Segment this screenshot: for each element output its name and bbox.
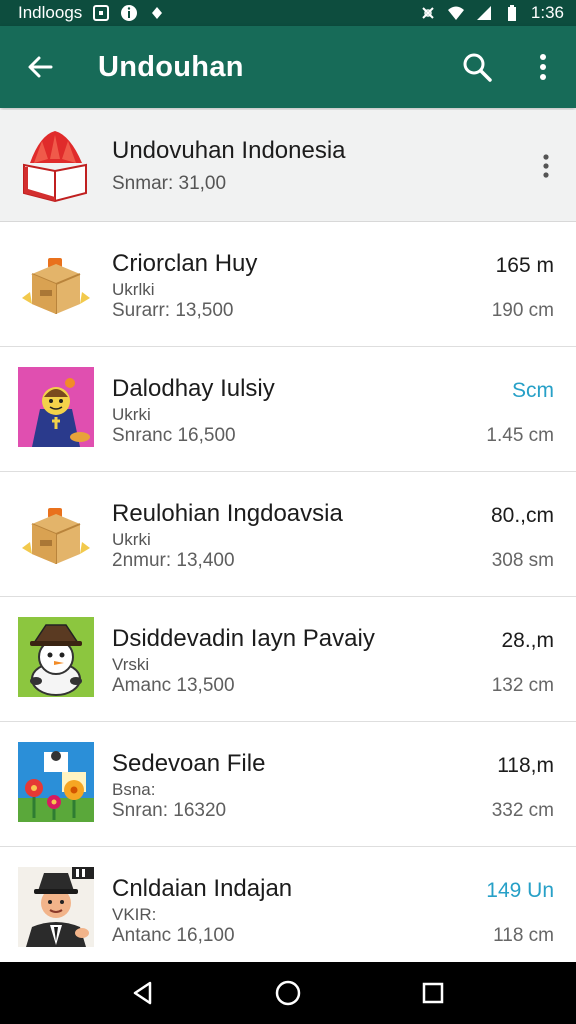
item-sub-size: 308 sm (491, 550, 554, 571)
location-icon (148, 4, 166, 22)
back-button[interactable] (0, 26, 80, 108)
item-name: Criorclan Huy (112, 250, 258, 277)
back-arrow-icon (28, 56, 53, 78)
item-size: Scm (512, 379, 554, 402)
snowman-hat-icon (18, 617, 94, 697)
item-sub-size: 190 cm (491, 300, 554, 321)
item-size: 80.,cm (490, 504, 554, 527)
item-name: Cnldaian Indajan (112, 875, 293, 902)
item-tag: Ukrki (112, 530, 151, 549)
info-icon (120, 4, 138, 22)
wifi-icon (447, 4, 465, 22)
item-size: 149 Un (486, 879, 554, 902)
item-size: 118,m (497, 754, 554, 777)
item-sub-size: 118 cm (493, 925, 554, 946)
more-vert-icon (543, 153, 549, 178)
download-list: Criorclan Huy Ukrlki Surarr: 13,500 165 … (0, 222, 576, 962)
book-logo-icon (23, 130, 87, 202)
list-item[interactable]: Cnldaian Indajan VKIR: Antanc 16,100 149… (0, 847, 576, 962)
item-count: Surarr: 13,500 (112, 300, 234, 321)
notification-icon (92, 4, 110, 22)
status-left-text: Indloogs (18, 3, 83, 22)
character-pink-icon (18, 367, 94, 447)
nav-back-icon (133, 981, 151, 1005)
item-size: 28.,m (501, 629, 554, 652)
more-vert-icon (540, 54, 546, 80)
nav-recents-icon (423, 982, 444, 1004)
item-sub-size: 132 cm (491, 675, 554, 696)
search-icon (463, 53, 492, 82)
item-tag: Ukrki (112, 405, 151, 424)
list-item[interactable]: Dalodhay Iulsiy Ukrki Snranc 16,500 Scm … (0, 347, 576, 472)
item-count: Amanc 13,500 (112, 675, 235, 696)
item-tag: VKIR: (112, 905, 157, 924)
nav-home-button[interactable] (258, 963, 318, 1023)
flowers-icon (18, 742, 94, 822)
signal-icon (475, 4, 493, 22)
item-sub-size: 1.45 cm (486, 425, 554, 446)
item-tag: Ukrlki (112, 280, 155, 299)
app-bar: Undouhan (0, 26, 576, 108)
item-tag: Vrski (112, 655, 150, 674)
battery-icon (503, 4, 521, 22)
header-title: Undovuhan Indonesia (112, 136, 346, 164)
header-card[interactable]: Undovuhan Indonesia Snmar: 31,00 (0, 110, 576, 222)
item-name: Dalodhay Iulsiy (112, 375, 275, 402)
nav-home-icon (275, 980, 301, 1006)
man-hat-icon (18, 867, 94, 947)
item-count: Antanc 16,100 (112, 925, 235, 946)
more-options-button[interactable] (510, 26, 576, 108)
package-box-icon (18, 492, 94, 572)
item-tag: Bsna: (112, 780, 156, 799)
search-button[interactable] (444, 26, 510, 108)
item-sub-size: 332 cm (491, 800, 554, 821)
list-item[interactable]: Dsiddevadin Iayn Pavaiy Vrski Amanc 13,5… (0, 597, 576, 722)
item-count: Snran: 16320 (112, 800, 227, 821)
list-item[interactable]: Criorclan Huy Ukrlki Surarr: 13,500 165 … (0, 222, 576, 347)
list-item[interactable]: Sedevoan File Bsna: Snran: 16320 118,m 3… (0, 722, 576, 847)
header-subtitle: Snmar: 31,00 (112, 172, 227, 194)
item-count: Snranc 16,500 (112, 425, 236, 446)
status-bar: Indloogs 1:36 (0, 0, 576, 26)
nav-back-button[interactable] (113, 963, 173, 1023)
data-sync-icon (419, 4, 437, 22)
item-count: 2nmur: 13,400 (112, 550, 235, 571)
item-name: Sedevoan File (112, 750, 266, 777)
package-box-icon (18, 242, 94, 322)
item-name: Dsiddevadin Iayn Pavaiy (112, 625, 375, 652)
item-name: Reulohian Ingdoavsia (112, 500, 343, 527)
header-more-button[interactable] (516, 136, 576, 196)
item-size: 165 m (495, 254, 554, 277)
status-time: 1:36 (530, 3, 564, 22)
navigation-bar (0, 962, 576, 1024)
page-title: Undouhan (98, 50, 244, 83)
list-item[interactable]: Reulohian Ingdoavsia Ukrki 2nmur: 13,400… (0, 472, 576, 597)
nav-recents-button[interactable] (403, 963, 463, 1023)
